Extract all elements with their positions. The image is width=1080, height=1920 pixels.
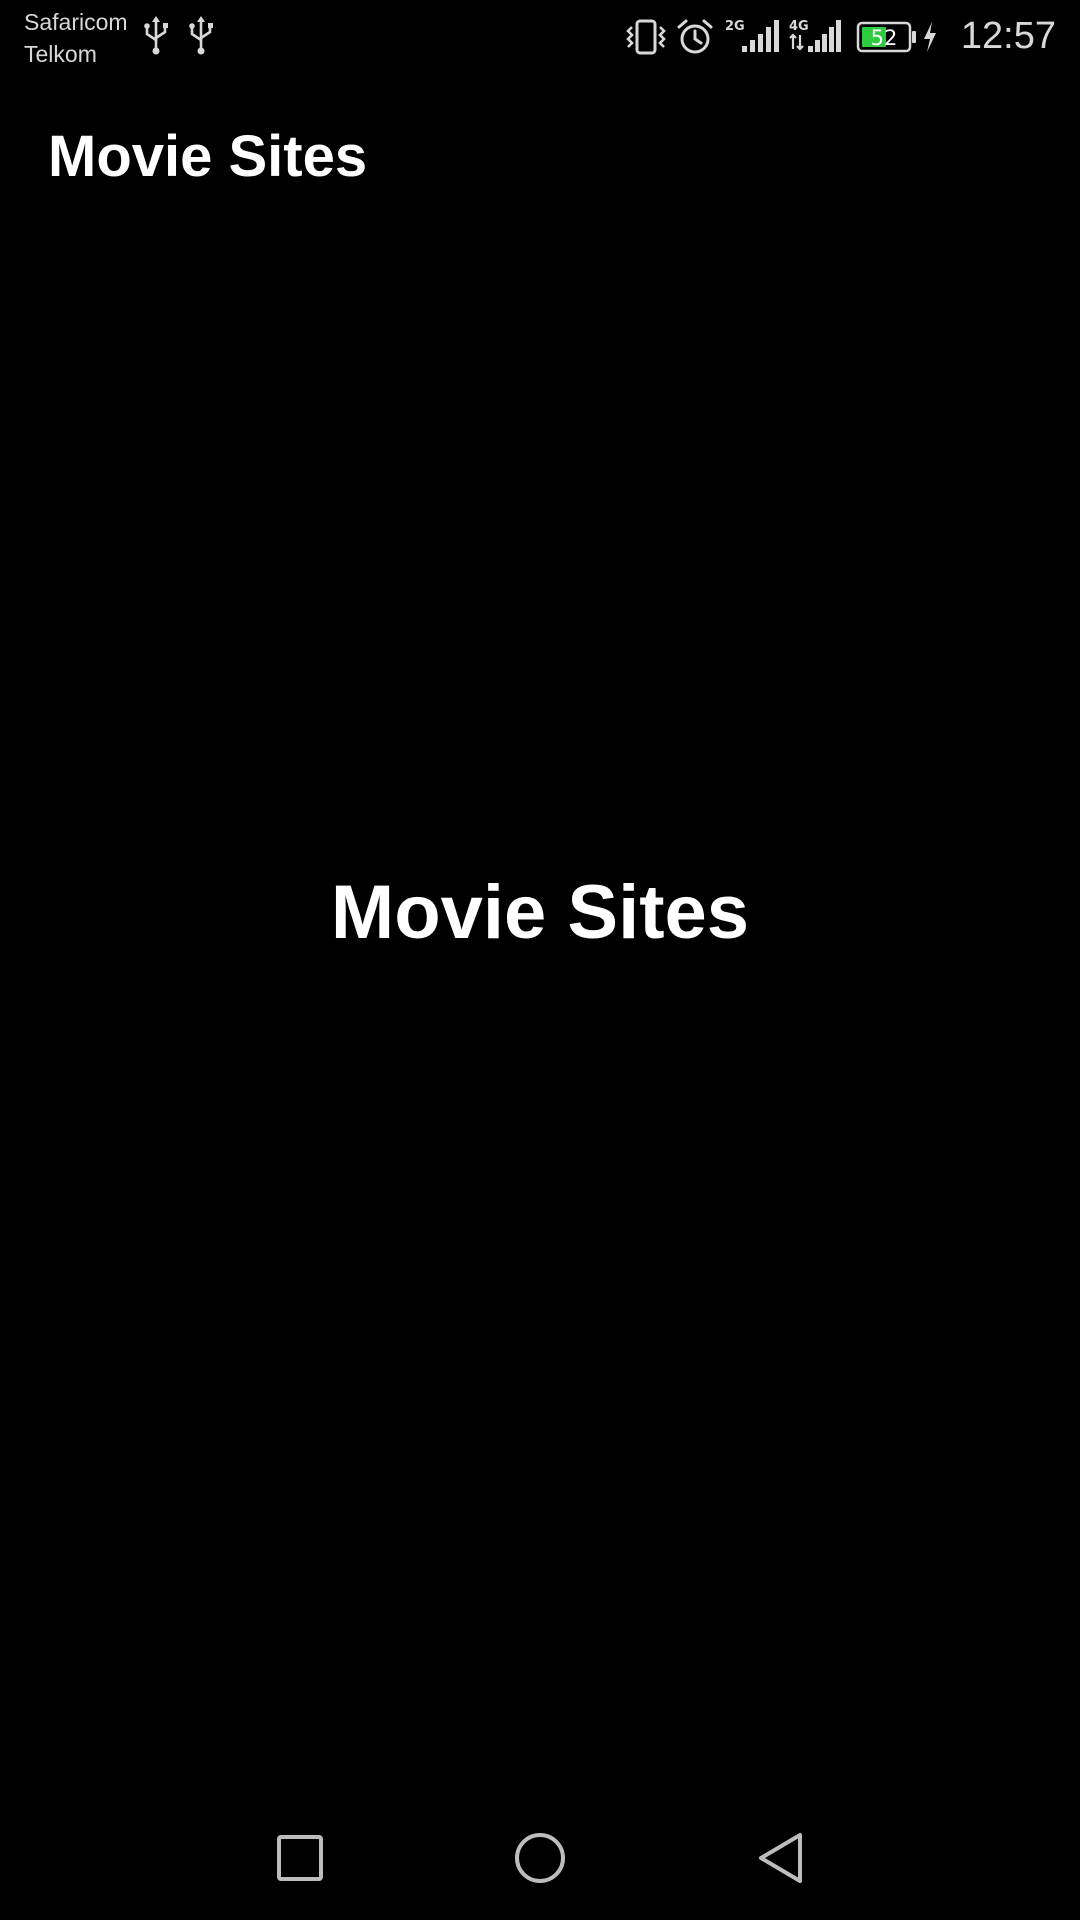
alarm-icon — [677, 19, 713, 54]
recents-square-icon[interactable] — [260, 1818, 340, 1898]
vibrate-icon — [626, 19, 666, 55]
battery-icon: 52 — [856, 21, 916, 53]
carrier-labels: Safaricom Telkom — [24, 6, 128, 70]
page-title: Movie Sites — [48, 124, 368, 189]
clock: 12:57 — [960, 15, 1056, 57]
network-1-label: 2G — [725, 19, 745, 34]
carrier-2: Telkom — [24, 41, 97, 67]
usb-icon — [189, 16, 213, 55]
center-title: Movie Sites — [330, 870, 750, 955]
network-2-label: 4G — [789, 19, 809, 34]
home-circle-icon[interactable] — [500, 1818, 580, 1898]
usb-icon — [144, 16, 168, 55]
signal-2g-icon: 2G — [725, 19, 779, 52]
navigation-bar — [0, 1788, 1080, 1920]
back-triangle-icon[interactable] — [740, 1818, 820, 1898]
battery-level: 52 — [871, 26, 898, 50]
carrier-1: Safaricom — [24, 9, 128, 35]
charging-icon — [924, 22, 936, 52]
status-icons: 2G 4G 52 12:57 — [620, 0, 1080, 76]
status-bar: Safaricom Telkom 2G 4G 52 12:57 — [0, 0, 1080, 76]
signal-4g-icon: 4G — [789, 19, 841, 52]
